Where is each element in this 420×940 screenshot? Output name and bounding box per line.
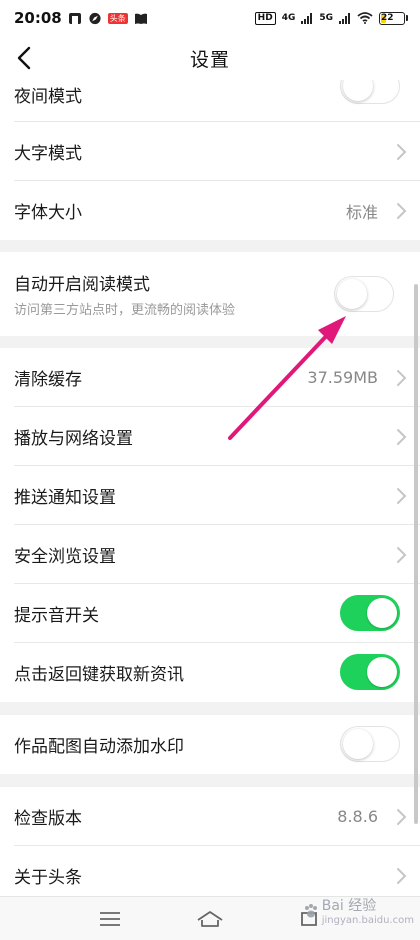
setting-label: 清除缓存 (14, 370, 82, 390)
back-button[interactable] (6, 40, 42, 76)
setting-push-notifications[interactable]: 推送通知设置 (0, 466, 420, 525)
cache-size-value: 37.59MB (307, 368, 378, 387)
sound-switch-toggle[interactable] (340, 595, 400, 631)
chevron-right-icon (397, 867, 407, 884)
toutiao-badge-icon: 头条 (107, 12, 128, 24)
setting-clear-cache[interactable]: 清除缓存 37.59MB (0, 348, 420, 407)
status-bar: 20:08 头条 HD 4G 5G 22 (0, 0, 420, 36)
setting-label: 自动开启阅读模式 (14, 275, 150, 295)
setting-about[interactable]: 关于头条 (0, 846, 420, 896)
setting-label: 大字模式 (14, 144, 82, 164)
setting-back-key-refresh[interactable]: 点击返回键获取新资讯 (0, 643, 420, 702)
chevron-right-icon (397, 546, 407, 563)
book-icon (134, 13, 147, 24)
back-arrow-icon (17, 46, 31, 70)
setting-label: 关于头条 (14, 868, 82, 888)
status-bar-left: 20:08 头条 (14, 9, 148, 27)
baidu-paw-icon (304, 903, 317, 917)
page-title: 设置 (189, 48, 230, 71)
auto-reading-text: 自动开启阅读模式 访问第三方站点时，更流畅的阅读体验 (14, 270, 235, 318)
setting-check-version[interactable]: 检查版本 8.8.6 (0, 787, 420, 846)
setting-label: 夜间模式 (14, 86, 82, 107)
version-value: 8.8.6 (337, 807, 378, 826)
home-icon (197, 910, 223, 927)
scrollbar[interactable] (414, 284, 418, 824)
setting-font-size[interactable]: 字体大小 标准 (0, 181, 420, 240)
setting-label: 提示音开关 (14, 606, 99, 626)
watermark-url: jingyan.baidu.com (321, 915, 414, 926)
setting-large-font-mode[interactable]: 大字模式 (0, 122, 420, 181)
setting-safe-browsing[interactable]: 安全浏览设置 (0, 525, 420, 584)
home-button[interactable] (190, 904, 230, 934)
signal-bars-icon (301, 12, 313, 24)
chevron-right-icon (397, 808, 407, 825)
setting-label: 点击返回键获取新资讯 (14, 665, 184, 685)
chevron-right-icon (397, 369, 407, 386)
setting-night-mode[interactable]: 夜间模式 (0, 74, 420, 122)
hd-voice-icon: HD (254, 11, 276, 25)
back-key-refresh-toggle[interactable] (340, 654, 400, 690)
battery-icon: 22 (379, 11, 408, 25)
setting-description: 访问第三方站点时，更流畅的阅读体验 (14, 303, 236, 318)
settings-list[interactable]: 夜间模式 大字模式 字体大小 标准 自动开启阅读模式 访问第三方站点时，更流畅的… (0, 74, 420, 896)
setting-label: 检查版本 (14, 809, 82, 829)
nav-header: 设置 (0, 36, 420, 80)
signal-bars-icon-2 (339, 12, 350, 24)
chevron-right-icon (397, 487, 407, 504)
status-time: 20:08 (14, 9, 62, 27)
notification-app-icon (68, 12, 81, 24)
setting-watermark[interactable]: 作品配图自动添加水印 (0, 715, 420, 774)
status-bar-right: HD 4G 5G 22 (254, 11, 408, 25)
auto-reading-toggle[interactable] (334, 276, 394, 312)
setting-label: 作品配图自动添加水印 (14, 737, 184, 757)
font-size-value: 标准 (345, 202, 378, 222)
compass-icon (89, 12, 101, 24)
menu-button[interactable] (90, 904, 130, 934)
setting-sound-switch[interactable]: 提示音开关 (0, 584, 420, 643)
network-5g-label: 5G (319, 13, 333, 23)
network-4g-label: 4G (281, 13, 296, 23)
setting-label: 播放与网络设置 (14, 429, 133, 449)
setting-playback-network[interactable]: 播放与网络设置 (0, 407, 420, 466)
watermark-toggle[interactable] (340, 726, 400, 762)
baidu-jingyan-watermark: Bai 经验 jingyan.baidu.com (303, 895, 414, 926)
setting-label: 安全浏览设置 (14, 547, 116, 567)
chevron-right-icon (397, 202, 407, 219)
setting-label: 推送通知设置 (14, 488, 116, 508)
chevron-right-icon (397, 428, 407, 445)
setting-auto-reading-mode[interactable]: 自动开启阅读模式 访问第三方站点时，更流畅的阅读体验 (0, 252, 420, 336)
chevron-right-icon (397, 143, 407, 160)
menu-icon (100, 911, 120, 926)
setting-label: 字体大小 (14, 203, 82, 223)
watermark-text: Bai 经验 (321, 898, 377, 914)
wifi-icon (357, 12, 373, 24)
